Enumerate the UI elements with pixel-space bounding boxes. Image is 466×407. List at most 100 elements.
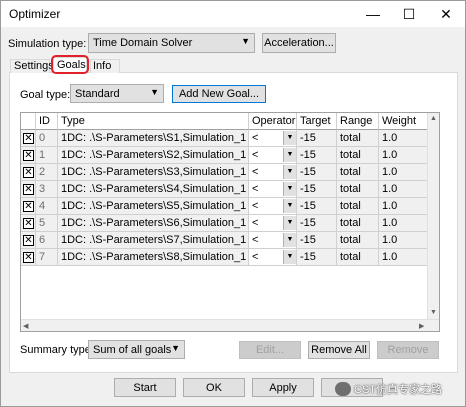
scroll-left-icon[interactable]: ◀ [23,322,28,330]
goal-operator-value: < [252,166,259,178]
goal-type-select[interactable]: Standard ▼ [70,84,164,103]
maximize-icon[interactable]: ☐ [391,1,427,27]
close-icon[interactable]: ✕ [428,1,464,27]
goal-target-cell[interactable]: -15 [297,181,337,198]
goal-enabled-checkbox[interactable]: ✕ [23,252,34,263]
goal-operator-select[interactable]: < ▼ [249,249,297,266]
tab-info[interactable]: Info [90,59,120,73]
goal-weight-cell[interactable]: 1.0 [379,181,429,198]
acceleration-button[interactable]: Acceleration... [262,33,336,53]
table-row[interactable]: ✕ 5 1DC: .\S-Parameters\S6,Simulation_1 -15… [21,215,439,232]
goal-target-cell[interactable]: -15 [297,249,337,266]
goal-enabled-checkbox[interactable]: ✕ [23,150,34,161]
goal-operator-select[interactable]: < ▼ [249,147,297,164]
goal-operator-select[interactable]: < ▼ [249,232,297,249]
goal-id-cell[interactable]: 0 [36,130,58,147]
goal-checkbox-cell: ✕ [21,249,36,266]
goal-type-cell[interactable]: 1DC: .\S-Parameters\S5,Simulation_1 [58,198,249,215]
goal-id-cell[interactable]: 2 [36,164,58,181]
goal-range-cell[interactable]: total [337,215,379,232]
goal-enabled-checkbox[interactable]: ✕ [23,218,34,229]
goal-enabled-checkbox[interactable]: ✕ [23,133,34,144]
scroll-right-icon[interactable]: ▶ [419,322,424,330]
minimize-icon[interactable]: — [355,1,391,27]
ok-button[interactable]: OK [183,378,245,397]
goal-range-cell[interactable]: total [337,147,379,164]
goal-weight-cell[interactable]: 1.0 [379,215,429,232]
goal-operator-select[interactable]: < ▼ [249,181,297,198]
simulation-type-select[interactable]: Time Domain Solver ▼ [88,33,255,53]
goal-type-cell[interactable]: 1DC: .\S-Parameters\S1,Simulation_1 [58,130,249,147]
checkbox-column-header [21,113,36,130]
goal-id-cell[interactable]: 7 [36,249,58,266]
remove-all-button[interactable]: Remove All [308,341,370,359]
goal-id-cell[interactable]: 4 [36,198,58,215]
remove-button[interactable]: Remove [377,341,439,359]
goal-target-cell[interactable]: -15 [297,164,337,181]
chevron-down-icon[interactable]: ▼ [283,216,296,230]
goal-operator-select[interactable]: < ▼ [249,164,297,181]
goal-weight-cell[interactable]: 1.0 [379,249,429,266]
goal-target-cell[interactable]: -15 [297,232,337,249]
summary-type-select[interactable]: Sum of all goals ▼ [88,340,185,359]
goal-enabled-checkbox[interactable]: ✕ [23,167,34,178]
table-row[interactable]: ✕ 2 1DC: .\S-Parameters\S3,Simulation_1 -15… [21,164,439,181]
goal-enabled-checkbox[interactable]: ✕ [23,184,34,195]
goal-id-cell[interactable]: 6 [36,232,58,249]
goal-operator-select[interactable]: < ▼ [249,130,297,147]
goal-id-cell[interactable]: 3 [36,181,58,198]
table-row[interactable]: ✕ 4 1DC: .\S-Parameters\S5,Simulation_1 -15… [21,198,439,215]
start-button[interactable]: Start [114,378,176,397]
goal-type-cell[interactable]: 1DC: .\S-Parameters\S6,Simulation_1 [58,215,249,232]
chevron-down-icon[interactable]: ▼ [283,233,296,247]
goal-range-cell[interactable]: total [337,232,379,249]
goal-weight-cell[interactable]: 1.0 [379,130,429,147]
table-row[interactable]: ✕ 6 1DC: .\S-Parameters\S7,Simulation_1 -15… [21,232,439,249]
chevron-down-icon[interactable]: ▼ [283,148,296,162]
goal-checkbox-cell: ✕ [21,164,36,181]
goal-weight-cell[interactable]: 1.0 [379,164,429,181]
tab-settings[interactable]: Settings [10,59,54,73]
goal-operator-select[interactable]: < ▼ [249,215,297,232]
scroll-up-icon[interactable]: ▲ [430,115,437,122]
chevron-down-icon[interactable]: ▼ [283,199,296,213]
goal-operator-select[interactable]: < ▼ [249,198,297,215]
goal-enabled-checkbox[interactable]: ✕ [23,235,34,246]
goal-target-cell[interactable]: -15 [297,215,337,232]
horizontal-scrollbar[interactable]: ◀ ▶ [21,319,439,331]
goal-type-cell[interactable]: 1DC: .\S-Parameters\S4,Simulation_1 [58,181,249,198]
goal-range-cell[interactable]: total [337,249,379,266]
column-header-target: Target [297,113,337,130]
goal-id-cell[interactable]: 1 [36,147,58,164]
goal-target-cell[interactable]: -15 [297,198,337,215]
goal-target-cell[interactable]: -15 [297,147,337,164]
goal-range-cell[interactable]: total [337,181,379,198]
goal-type-cell[interactable]: 1DC: .\S-Parameters\S7,Simulation_1 [58,232,249,249]
chat-bubble-icon [335,382,351,396]
goal-target-cell[interactable]: -15 [297,130,337,147]
goal-enabled-checkbox[interactable]: ✕ [23,201,34,212]
goal-type-cell[interactable]: 1DC: .\S-Parameters\S2,Simulation_1 [58,147,249,164]
goal-range-cell[interactable]: total [337,130,379,147]
table-row[interactable]: ✕ 7 1DC: .\S-Parameters\S8,Simulation_1 -15… [21,249,439,266]
goal-weight-cell[interactable]: 1.0 [379,147,429,164]
chevron-down-icon[interactable]: ▼ [283,165,296,179]
table-row[interactable]: ✕ 3 1DC: .\S-Parameters\S4,Simulation_1 -15… [21,181,439,198]
goal-type-cell[interactable]: 1DC: .\S-Parameters\S8,Simulation_1 [58,249,249,266]
table-row[interactable]: ✕ 1 1DC: .\S-Parameters\S2,Simulation_1 -15… [21,147,439,164]
apply-button[interactable]: Apply [252,378,314,397]
goal-id-cell[interactable]: 5 [36,215,58,232]
chevron-down-icon[interactable]: ▼ [283,182,296,196]
goal-type-cell[interactable]: 1DC: .\S-Parameters\S3,Simulation_1 [58,164,249,181]
goal-weight-cell[interactable]: 1.0 [379,198,429,215]
vertical-scrollbar[interactable]: ▲ ▼ [427,113,439,331]
goal-weight-cell[interactable]: 1.0 [379,232,429,249]
goal-range-cell[interactable]: total [337,198,379,215]
chevron-down-icon[interactable]: ▼ [283,250,296,264]
add-new-goal-button[interactable]: Add New Goal... [172,85,266,103]
edit-button[interactable]: Edit... [239,341,301,359]
scroll-down-icon[interactable]: ▼ [430,309,437,316]
chevron-down-icon[interactable]: ▼ [283,131,296,145]
goal-range-cell[interactable]: total [337,164,379,181]
table-row[interactable]: ✕ 0 1DC: .\S-Parameters\S1,Simulation_1 -15… [21,130,439,147]
